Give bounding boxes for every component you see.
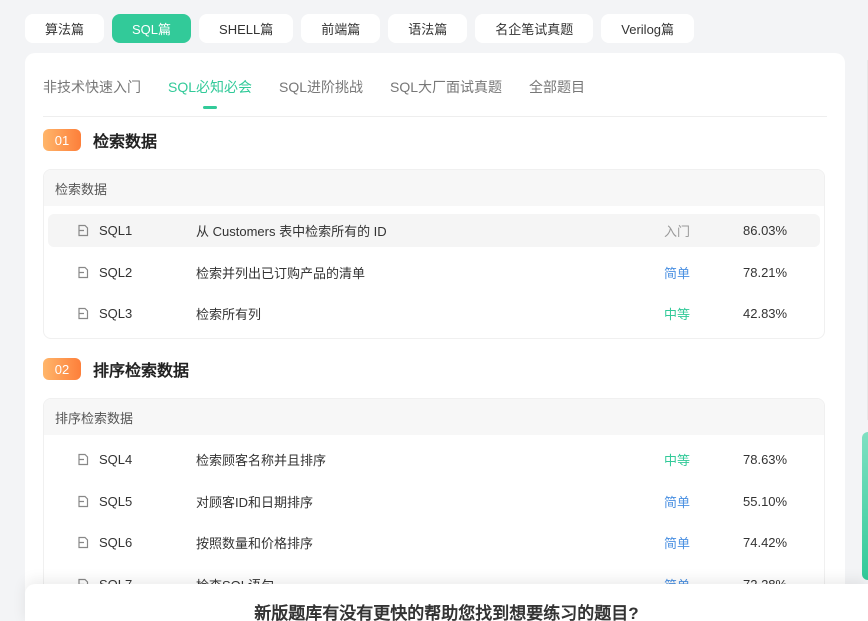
table-row[interactable]: SQL1 从 Customers 表中检索所有的 ID 入门 86.03% [48, 214, 820, 247]
problem-card: 检索数据 SQL1 从 Customers 表中检索所有的 ID 入门 86.0… [43, 169, 825, 339]
problem-code: SQL2 [99, 264, 133, 280]
section-number-badge: 01 [43, 129, 81, 151]
document-icon [78, 224, 89, 237]
difficulty-label: 简单 [664, 494, 691, 510]
document-icon [78, 307, 89, 320]
section-number-badge: 02 [43, 358, 81, 380]
problem-title[interactable]: 从 Customers 表中检索所有的 ID [196, 221, 387, 240]
table-row[interactable]: SQL6 按照数量和价格排序 简单 74.42% [48, 526, 820, 559]
subtab-sql-must-know[interactable]: SQL必知必会 [168, 73, 252, 97]
sub-tabs: 非技术快速入门 SQL必知必会 SQL进阶挑战 SQL大厂面试真题 全部题目 [43, 53, 827, 117]
problem-code: SQL5 [99, 493, 133, 509]
difficulty-label: 中等 [664, 307, 691, 322]
card-title: 排序检索数据 [44, 399, 824, 435]
tab-frontend[interactable]: 前端篇 [301, 14, 381, 43]
section-header: 01 检索数据 [43, 128, 157, 152]
feedback-banner: 新版题库有没有更快的帮助您找到想要练习的题目? [25, 584, 868, 621]
difficulty-label: 简单 [664, 536, 691, 551]
section-title: 排序检索数据 [93, 363, 190, 380]
pass-rate: 86.03% [743, 223, 788, 238]
tab-company-exams[interactable]: 名企笔试真题 [475, 14, 594, 43]
problem-title[interactable]: 检索并列出已订购产品的清单 [196, 263, 365, 282]
card-title: 检索数据 [44, 170, 824, 206]
side-widget-edge[interactable] [862, 432, 868, 580]
problem-code: SQL1 [99, 223, 133, 238]
document-icon [78, 536, 89, 549]
top-category-tabs: 算法篇 SQL篇 SHELL篇 前端篇 语法篇 名企笔试真题 Verilog篇 [25, 14, 695, 43]
pass-rate: 42.83% [743, 306, 788, 321]
table-row[interactable]: SQL2 检索并列出已订购产品的清单 简单 78.21% [48, 256, 820, 289]
problem-title[interactable]: 对顾客ID和日期排序 [196, 492, 313, 511]
subtab-all-problems[interactable]: 全部题目 [529, 73, 585, 97]
problem-code: SQL4 [99, 452, 133, 467]
pass-rate: 78.63% [743, 452, 788, 467]
problem-title[interactable]: 检索所有列 [196, 304, 261, 323]
document-icon [78, 453, 89, 466]
tab-syntax[interactable]: 语法篇 [388, 14, 468, 43]
section-header: 02 排序检索数据 [43, 357, 189, 381]
table-row[interactable]: SQL3 检索所有列 中等 42.83% [48, 297, 820, 330]
tab-shell[interactable]: SHELL篇 [199, 14, 294, 43]
difficulty-label: 入门 [664, 224, 691, 239]
document-icon [78, 266, 89, 278]
pass-rate: 74.42% [743, 535, 788, 550]
subtab-sql-advanced[interactable]: SQL进阶挑战 [279, 73, 363, 97]
tab-verilog[interactable]: Verilog篇 [601, 14, 695, 43]
problem-code: SQL6 [99, 535, 133, 550]
subtab-sql-interview[interactable]: SQL大厂面试真题 [390, 73, 502, 97]
subtab-non-tech[interactable]: 非技术快速入门 [43, 73, 141, 97]
difficulty-label: 中等 [664, 453, 691, 468]
pass-rate: 78.21% [743, 264, 788, 280]
problem-code: SQL3 [99, 306, 133, 321]
content-panel: 非技术快速入门 SQL必知必会 SQL进阶挑战 SQL大厂面试真题 全部题目 0… [25, 53, 845, 621]
table-row[interactable]: SQL5 对顾客ID和日期排序 简单 55.10% [48, 485, 820, 518]
difficulty-label: 简单 [664, 265, 691, 281]
tab-sql[interactable]: SQL篇 [112, 14, 192, 43]
section-title: 检索数据 [93, 134, 158, 151]
document-icon [78, 495, 89, 507]
problem-title[interactable]: 检索顾客名称并且排序 [196, 450, 326, 469]
banner-question: 新版题库有没有更快的帮助您找到想要练习的题目? [254, 603, 639, 621]
pass-rate: 55.10% [743, 493, 788, 509]
tab-algorithm[interactable]: 算法篇 [25, 14, 105, 43]
table-row[interactable]: SQL4 检索顾客名称并且排序 中等 78.63% [48, 443, 820, 476]
problem-title[interactable]: 按照数量和价格排序 [196, 533, 313, 552]
